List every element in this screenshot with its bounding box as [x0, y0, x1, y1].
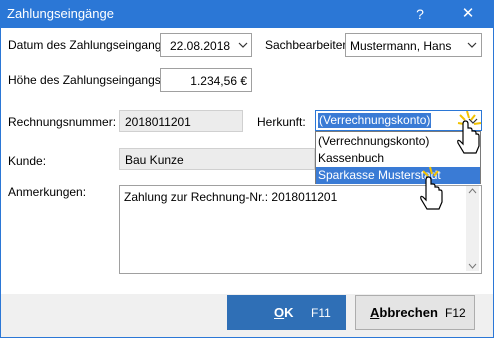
- notes-label: Anmerkungen:: [8, 185, 87, 199]
- dropdown-option-highlighted[interactable]: Sparkasse Musterstadt: [316, 167, 480, 184]
- amount-label: Höhe des Zahlungseingangs:: [8, 73, 165, 87]
- date-picker[interactable]: 22.08.2018: [160, 33, 252, 57]
- customer-label: Kunde:: [8, 154, 47, 168]
- invoice-value: 2018011201: [125, 115, 191, 129]
- chevron-down-icon[interactable]: [236, 34, 250, 56]
- customer-field: Bau Kunze: [119, 148, 315, 170]
- close-icon[interactable]: ✕: [459, 3, 477, 25]
- date-label: Datum des Zahlungseingangs:: [8, 38, 171, 52]
- date-value: 22.08.2018: [170, 39, 231, 53]
- ok-button[interactable]: OK F11: [227, 295, 346, 330]
- dialog-window: Zahlungseingänge ? ✕ Datum des Zahlungse…: [0, 0, 494, 338]
- cancel-mnemonic: A: [370, 305, 380, 320]
- ok-mnemonic: O: [274, 305, 285, 320]
- hand-cursor-icon: [420, 166, 443, 210]
- cancel-shortcut: F12: [445, 306, 466, 320]
- clerk-label: Sachbearbeiter:: [265, 38, 350, 52]
- notes-scrollbar[interactable]: [466, 186, 479, 271]
- origin-value: (Verrechnungskonto): [318, 113, 432, 128]
- clerk-value: Mustermann, Hans: [350, 39, 452, 53]
- amount-field[interactable]: 1.234,56 €: [160, 68, 252, 92]
- hand-cursor-icon: [457, 110, 482, 154]
- customer-value: Bau Kunze: [125, 153, 184, 167]
- ok-shortcut: F11: [311, 306, 331, 320]
- chevron-down-icon[interactable]: [465, 34, 479, 56]
- invoice-label: Rechnungsnummer:: [8, 115, 117, 129]
- scroll-arrows-icon: [468, 188, 477, 269]
- clerk-select[interactable]: Mustermann, Hans: [345, 33, 482, 57]
- ok-label: K: [284, 305, 294, 320]
- window-title: Zahlungseingänge: [7, 6, 114, 21]
- cancel-button[interactable]: Abbrechen F12: [355, 295, 475, 330]
- help-icon[interactable]: ?: [411, 3, 429, 25]
- invoice-field: 2018011201: [119, 110, 243, 132]
- title-bar[interactable]: Zahlungseingänge ? ✕: [0, 0, 494, 28]
- amount-value: 1.234,56 €: [190, 74, 247, 88]
- notes-value: Zahlung zur Rechnung-Nr.: 2018011201: [124, 190, 338, 204]
- cancel-label: bbrechen: [379, 305, 438, 320]
- origin-label: Herkunft:: [257, 115, 306, 129]
